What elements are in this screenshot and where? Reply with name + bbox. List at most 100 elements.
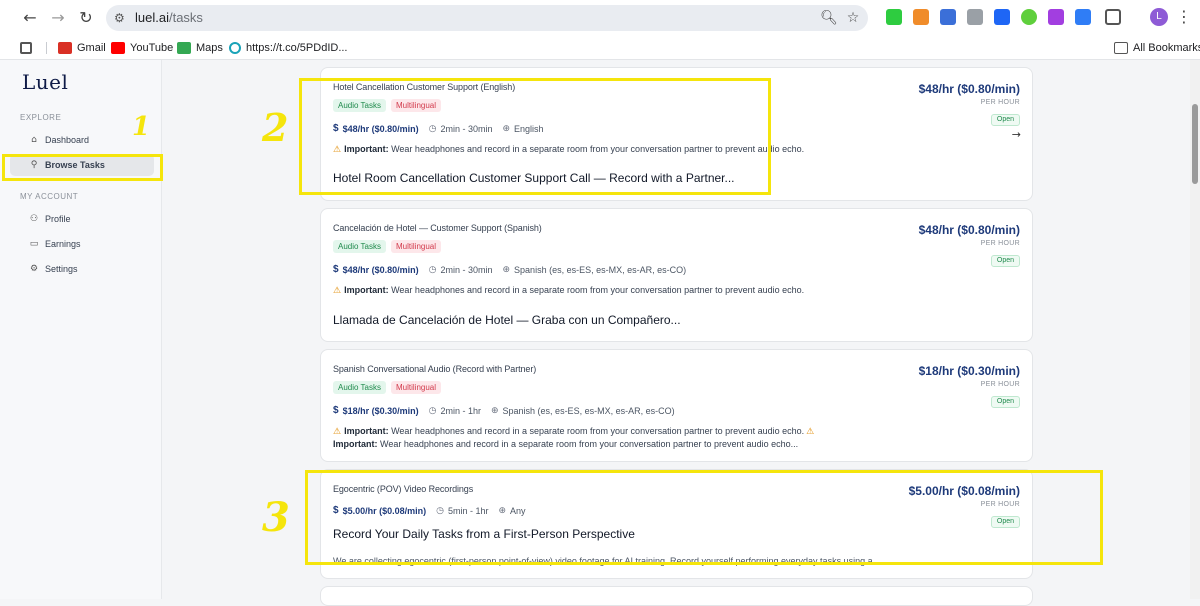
task-title[interactable]: Llamada de Cancelación de Hotel — Graba … <box>333 313 681 327</box>
clock-icon: ◷ <box>428 405 437 416</box>
task-meta: $ $48/hr ($0.80/min) ◷ 2min - 30min ⊕ Spani… <box>333 264 687 275</box>
globe-icon: ⊕ <box>498 505 507 516</box>
task-list: Hotel Cancellation Customer Support (Eng… <box>163 60 1188 606</box>
bookmark-gmail[interactable]: Gmail <box>58 39 106 57</box>
youtube-icon <box>111 42 125 54</box>
site-info-icon[interactable]: ⚙ <box>114 11 128 25</box>
globe-icon: ⊕ <box>490 405 499 416</box>
search-icon: ⚲ <box>30 160 38 170</box>
extensions-puzzle-icon[interactable] <box>1105 9 1121 25</box>
sidebar: Luel EXPLORE ⌂ Dashboard ⚲ Browse Tasks MY… <box>0 60 162 599</box>
apps-grid-icon[interactable] <box>20 39 37 57</box>
sidebar-item-profile[interactable]: ⚇ Profile <box>10 208 154 230</box>
browser-menu-icon[interactable]: ⋮ <box>1176 7 1192 27</box>
browser-toolbar: ← → ↻ ⚙ luel.ai/tasks 🔍︎ ☆ L ⋮ <box>0 0 1200 36</box>
profile-avatar[interactable]: L <box>1150 8 1168 26</box>
task-description: We are collecting egocentric (first-pers… <box>333 556 881 566</box>
tag-multilingual: Multilingual <box>391 240 442 253</box>
per-hour-label: PER HOUR <box>980 381 1020 388</box>
dollar-icon: $ <box>333 505 339 516</box>
luel-logo[interactable]: Luel <box>22 70 68 94</box>
task-card[interactable] <box>320 586 1033 606</box>
status-badge: Open <box>990 114 1020 126</box>
extension-icon[interactable] <box>967 9 983 25</box>
extension-icon[interactable] <box>1021 9 1037 25</box>
address-bar[interactable]: ⚙ luel.ai/tasks 🔍︎ ☆ <box>106 5 868 31</box>
task-card[interactable]: Cancelación de Hotel — Customer Support … <box>320 208 1033 342</box>
task-subtitle: Egocentric (POV) Video Recordings <box>333 484 474 494</box>
sidebar-item-dashboard[interactable]: ⌂ Dashboard <box>10 129 154 151</box>
extension-icon[interactable] <box>940 9 956 25</box>
per-hour-label: PER HOUR <box>980 99 1020 106</box>
arrow-right-icon[interactable]: → <box>1012 128 1021 141</box>
warning-icon: ⚠ <box>806 427 815 437</box>
task-meta: $ $18/hr ($0.30/min) ◷ 2min - 1hr ⊕ Spanish… <box>333 405 675 416</box>
home-icon: ⌂ <box>31 135 37 145</box>
warning-icon: ⚠ <box>333 145 342 155</box>
metamask-icon[interactable] <box>913 9 929 25</box>
reload-icon[interactable]: ↻ <box>76 8 96 28</box>
status-badge: Open <box>990 396 1020 408</box>
task-subtitle: Cancelación de Hotel — Customer Support … <box>333 223 542 233</box>
task-subtitle: Hotel Cancellation Customer Support (Eng… <box>333 82 516 92</box>
task-price: $48/hr ($0.80/min) <box>918 82 1020 96</box>
dollar-icon: $ <box>333 264 339 275</box>
bookmark-link[interactable]: https://t.co/5PDdID... <box>229 39 348 57</box>
per-hour-label: PER HOUR <box>980 501 1020 508</box>
dollar-icon: $ <box>333 405 339 416</box>
clock-icon: ◷ <box>428 123 437 134</box>
task-subtitle: Spanish Conversational Audio (Record wit… <box>333 364 537 374</box>
back-icon[interactable]: ← <box>20 8 40 28</box>
folder-icon <box>1114 42 1128 54</box>
task-meta: $ $48/hr ($0.80/min) ◷ 2min - 30min ⊕ Engli… <box>333 123 544 134</box>
page-scrollbar[interactable] <box>1190 60 1200 599</box>
clock-icon: ◷ <box>436 505 444 516</box>
section-label-explore: EXPLORE <box>20 113 62 122</box>
task-card[interactable]: Hotel Cancellation Customer Support (Eng… <box>320 67 1033 201</box>
warning-icon: ⚠ <box>333 286 342 296</box>
status-badge: Open <box>990 255 1020 267</box>
task-price: $5.00/hr ($0.08/min) <box>908 484 1020 498</box>
bookmark-star-icon[interactable]: ☆ <box>844 9 862 27</box>
clock-icon: ◷ <box>428 264 437 275</box>
important-note: ⚠ Important: Wear headphones and record i… <box>333 285 805 296</box>
url-text[interactable]: luel.ai/tasks <box>135 10 203 25</box>
important-note: ⚠ Important: Wear headphones and record i… <box>333 426 815 437</box>
forward-icon[interactable]: → <box>48 8 68 28</box>
tag-multilingual: Multilingual <box>391 381 442 394</box>
globe-icon: ⊕ <box>502 264 511 275</box>
zoom-icon[interactable]: 🔍︎ <box>820 9 838 27</box>
user-icon: ⚇ <box>29 214 39 224</box>
extension-icon[interactable] <box>1075 9 1091 25</box>
scrollbar-thumb[interactable] <box>1192 104 1198 184</box>
tag-multilingual: Multilingual <box>391 99 442 112</box>
task-card[interactable]: Egocentric (POV) Video Recordings $ $5.00… <box>320 469 1033 579</box>
bookmarks-divider <box>46 42 47 54</box>
gmail-icon <box>58 42 72 54</box>
extension-icon[interactable] <box>1048 9 1064 25</box>
task-card[interactable]: Spanish Conversational Audio (Record wit… <box>320 349 1033 462</box>
sidebar-item-browse-tasks[interactable]: ⚲ Browse Tasks <box>10 154 154 176</box>
link-icon <box>229 42 241 54</box>
status-badge: Open <box>990 516 1020 528</box>
dollar-icon: $ <box>333 123 339 134</box>
all-bookmarks[interactable]: All Bookmarks <box>1114 39 1200 57</box>
task-title[interactable]: Hotel Room Cancellation Customer Support… <box>333 171 735 185</box>
extension-icon[interactable] <box>886 9 902 25</box>
gear-icon: ⚙ <box>29 264 39 274</box>
tag-audio-tasks: Audio Tasks <box>333 240 386 253</box>
sidebar-item-settings[interactable]: ⚙ Settings <box>10 258 154 280</box>
extension-icon[interactable] <box>994 9 1010 25</box>
bookmark-maps[interactable]: Maps <box>177 39 223 57</box>
sidebar-item-earnings[interactable]: ▭ Earnings <box>10 233 154 255</box>
task-title[interactable]: Record Your Daily Tasks from a First-Per… <box>333 527 635 541</box>
tag-audio-tasks: Audio Tasks <box>333 99 386 112</box>
important-note: Important: Wear headphones and record in… <box>333 439 799 449</box>
tag-audio-tasks: Audio Tasks <box>333 381 386 394</box>
important-note: ⚠ Important: Wear headphones and record i… <box>333 144 805 155</box>
task-price: $18/hr ($0.30/min) <box>918 364 1020 378</box>
bookmarks-bar: Gmail YouTube Maps https://t.co/5PDdID..… <box>0 36 1200 60</box>
task-price: $48/hr ($0.80/min) <box>918 223 1020 237</box>
bookmark-youtube[interactable]: YouTube <box>111 39 173 57</box>
section-label-my-account: MY ACCOUNT <box>20 192 79 201</box>
